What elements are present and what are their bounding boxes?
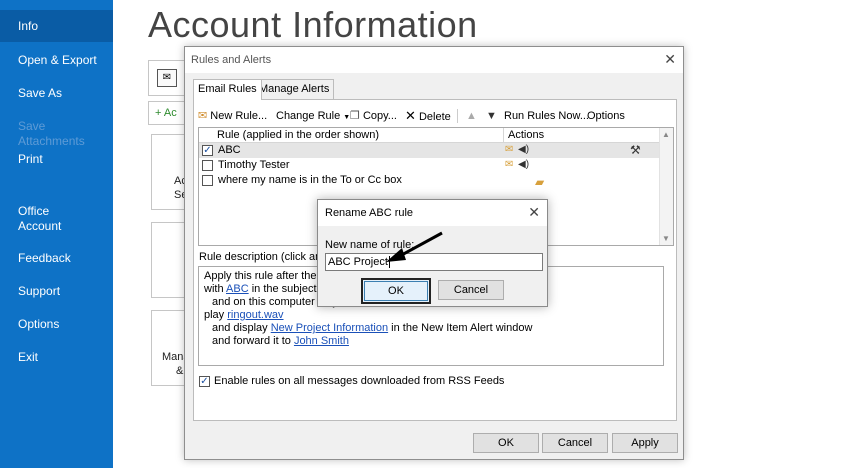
tab-email-rules[interactable]: Email Rules (193, 79, 262, 100)
mail-account-icon: ✉ (157, 69, 177, 87)
sound-file-link[interactable]: ringout.wav (227, 309, 283, 321)
column-header-actions[interactable]: Actions (504, 128, 661, 143)
forward-recipient-link[interactable]: John Smith (294, 335, 349, 347)
run-rules-now-button[interactable]: Run Rules Now... (504, 109, 589, 123)
rule-name: where my name is in the To or Cc box (218, 174, 402, 186)
nav-options[interactable]: Options (0, 317, 113, 332)
delete-icon: ✕ (405, 108, 416, 123)
delete-button[interactable]: ✕ Delete (405, 109, 451, 124)
copy-icon: ❐ (350, 110, 360, 122)
annotation-arrow-icon (386, 231, 443, 262)
rule-checkbox[interactable] (202, 160, 213, 171)
nav-feedback[interactable]: Feedback (0, 251, 113, 266)
nav-support[interactable]: Support (0, 284, 113, 299)
nav-save-attachments: Save Attachments (18, 119, 85, 148)
tools-icon: ⚒ (630, 143, 641, 157)
scroll-up-icon[interactable]: ▲ (662, 130, 670, 139)
flag-message-icon: ✉ (505, 159, 514, 170)
nav-info[interactable]: Info (0, 10, 113, 42)
add-account-button[interactable]: + Ac (148, 101, 188, 125)
rss-rules-label: Enable rules on all messages downloaded … (214, 375, 505, 387)
close-icon[interactable]: ✕ (528, 204, 540, 220)
ok-button[interactable]: OK (473, 433, 539, 453)
description-text: with (204, 283, 227, 295)
nav-office-account[interactable]: Office Account (0, 204, 80, 234)
new-name-value: ABC Project (328, 256, 388, 268)
rule-row[interactable]: where my name is in the To or Cc box ▰ (199, 173, 659, 188)
description-text: in the New Item Alert window (388, 322, 533, 334)
delete-label: Delete (418, 111, 451, 123)
rule-row[interactable]: ✓ ABC ✉ ◀) ⚒ (199, 143, 659, 158)
subject-words-link[interactable]: ABC (226, 283, 249, 295)
rules-list-scrollbar[interactable]: ▲ ▼ (659, 128, 673, 245)
close-icon[interactable]: ✕ (664, 51, 676, 67)
backstage-nav: Info Open & Export Save As Save Attachme… (0, 0, 113, 468)
rss-rules-checkbox[interactable]: ✓ (199, 376, 210, 387)
nav-save-as[interactable]: Save As (0, 86, 113, 101)
rename-ok-button[interactable]: OK (361, 278, 431, 304)
new-rule-icon: ✉ (198, 110, 208, 122)
description-text: and display (212, 322, 271, 334)
rule-description-label: Rule description (click an u (199, 251, 331, 263)
dialog-title: Rules and Alerts (191, 54, 272, 66)
account-selector[interactable]: ✉ (148, 60, 188, 96)
column-header-rule[interactable]: Rule (applied in the order shown) (199, 128, 504, 143)
copy-button[interactable]: ❐ Copy... (350, 109, 397, 123)
rule-name: ABC (218, 144, 241, 156)
move-to-folder-icon: ✉ (505, 144, 514, 155)
tab-manage-alerts[interactable]: Manage Alerts (254, 79, 335, 99)
toolbar-separator (457, 109, 458, 123)
nav-open-export[interactable]: Open & Export (0, 53, 113, 68)
move-up-icon[interactable]: ▲ (466, 109, 477, 123)
card-label: & (176, 365, 184, 377)
manage-rules-card[interactable]: Mana & (151, 310, 190, 386)
nav-exit[interactable]: Exit (0, 350, 113, 365)
add-account-label: + Ac (155, 107, 177, 119)
description-text: in the subject (248, 283, 317, 295)
move-to-folder-icon: ▰ (535, 175, 545, 189)
sound-icon: ◀) (518, 144, 530, 155)
nav-print[interactable]: Print (0, 152, 113, 167)
apply-button[interactable]: Apply (612, 433, 678, 453)
rule-name: Timothy Tester (218, 159, 290, 171)
page-title: Account Information (148, 4, 478, 45)
rule-checkbox[interactable] (202, 175, 213, 186)
description-text: Apply this rule after the m (204, 270, 329, 282)
rename-cancel-button[interactable]: Cancel (438, 280, 504, 300)
sound-icon: ◀) (518, 159, 530, 170)
rename-dialog-titlebar[interactable]: Rename ABC rule ✕ (318, 200, 547, 226)
alert-text-link[interactable]: New Project Information (271, 322, 388, 334)
new-rule-label: New Rule... (210, 110, 268, 122)
rule-row[interactable]: Timothy Tester ✉ ◀) (199, 158, 659, 173)
scroll-down-icon[interactable]: ▼ (662, 234, 670, 243)
account-settings-card[interactable]: Ac Se (151, 134, 187, 210)
move-down-icon[interactable]: ▼ (486, 109, 497, 123)
dialog-titlebar[interactable]: Rules and Alerts ✕ (185, 47, 683, 73)
rule-checkbox[interactable]: ✓ (202, 145, 213, 156)
description-text: play (204, 309, 228, 321)
rename-dialog-title: Rename ABC rule (325, 207, 414, 219)
new-rule-button[interactable]: ✉ New Rule... (198, 109, 267, 123)
change-rule-label: Change Rule (276, 110, 341, 122)
cancel-button[interactable]: Cancel (542, 433, 608, 453)
options-button[interactable]: Options (587, 109, 625, 123)
copy-label: Copy... (362, 110, 397, 122)
mailbox-card[interactable] (151, 222, 187, 298)
description-text: and forward it to (212, 335, 294, 347)
change-rule-button[interactable]: Change Rule ▼ (276, 109, 350, 125)
